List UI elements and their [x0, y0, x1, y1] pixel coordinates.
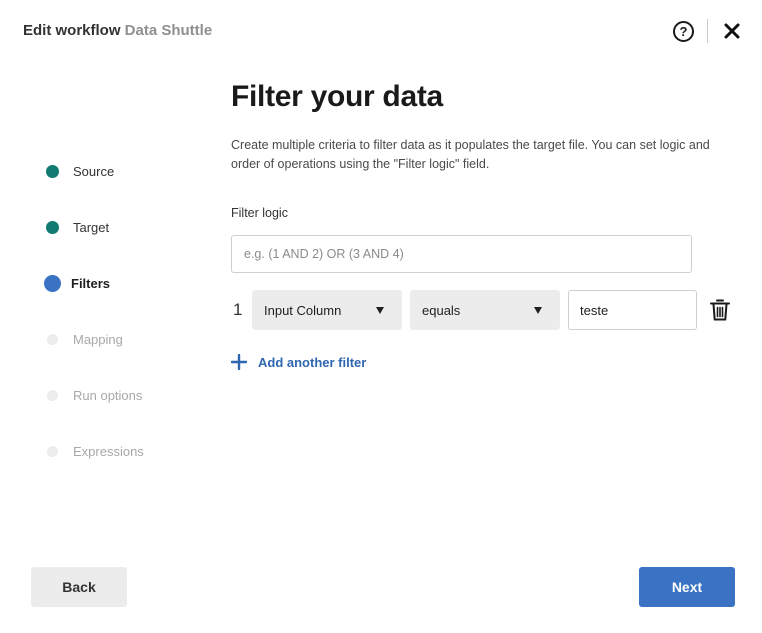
step-label: Source: [73, 163, 115, 179]
step-label: Expressions: [73, 443, 144, 459]
filter-row: 1 Input Column equals: [231, 290, 741, 330]
step-done-indicator-icon: [46, 164, 59, 178]
trash-icon[interactable]: [709, 298, 731, 322]
add-filter-button[interactable]: Add another filter: [230, 352, 367, 372]
modal-header: Edit workflow Data Shuttle ?: [0, 0, 762, 62]
close-icon[interactable]: [722, 21, 742, 41]
next-button[interactable]: Next: [639, 567, 735, 607]
filter-operator-select[interactable]: equals: [410, 290, 560, 330]
filter-logic-label: Filter logic: [231, 206, 288, 220]
step-done-indicator-icon: [46, 220, 59, 234]
filter-logic-input[interactable]: [231, 235, 692, 273]
step-run-options[interactable]: Run options: [44, 384, 194, 406]
header-title-prefix: Edit workflow: [23, 22, 121, 39]
step-source[interactable]: Source: [44, 160, 194, 182]
page-title: Filter your data: [231, 80, 443, 113]
back-button[interactable]: Back: [31, 567, 127, 607]
filter-column-select[interactable]: Input Column: [252, 290, 402, 330]
step-label: Target: [73, 219, 110, 235]
step-target[interactable]: Target: [44, 216, 194, 238]
help-icon-glyph: ?: [679, 24, 688, 39]
workflow-name: Data Shuttle: [124, 22, 213, 39]
step-pending-indicator-icon: [47, 389, 58, 401]
plus-icon: [230, 353, 248, 371]
step-label: Run options: [73, 387, 143, 403]
step-pending-indicator-icon: [47, 333, 58, 345]
page-description: Create multiple criteria to filter data …: [231, 138, 710, 171]
step-filters[interactable]: Filters: [44, 272, 194, 294]
header-divider: [707, 19, 708, 43]
filter-column-value: Input Column: [264, 302, 342, 318]
caret-down-icon: [376, 306, 384, 314]
help-icon[interactable]: ?: [673, 21, 694, 42]
step-mapping[interactable]: Mapping: [44, 328, 194, 350]
step-label: Mapping: [73, 331, 123, 347]
step-pending-indicator-icon: [47, 445, 58, 457]
header-title: Edit workflow Data Shuttle: [23, 22, 212, 39]
add-filter-label: Add another filter: [258, 354, 367, 370]
step-expressions[interactable]: Expressions: [44, 440, 194, 462]
caret-down-icon: [534, 306, 542, 314]
filter-value-input[interactable]: [568, 290, 697, 330]
step-label: Filters: [71, 275, 111, 291]
filter-row-number: 1: [233, 300, 243, 319]
step-current-indicator-icon: [44, 274, 61, 292]
filter-operator-value: equals: [422, 302, 461, 318]
